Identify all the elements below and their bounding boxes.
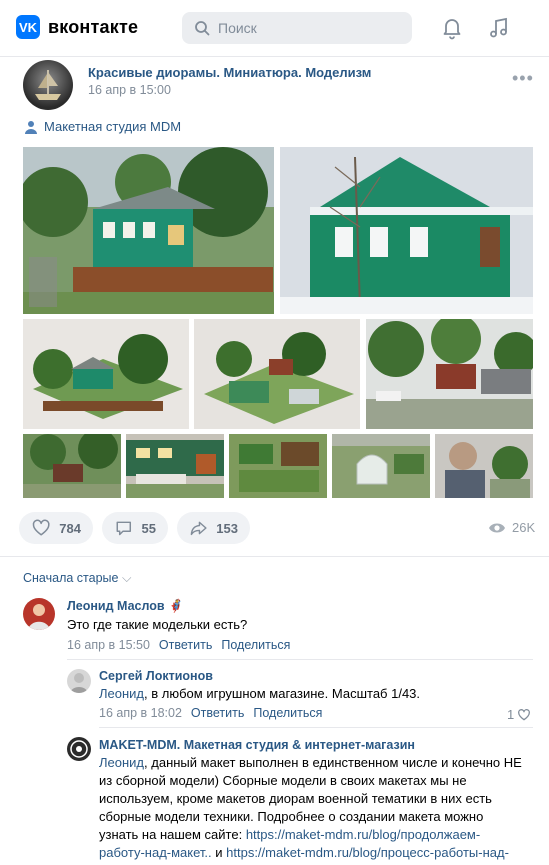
comment-line: из сборной модели) Сборные модели в свои…: [99, 773, 467, 788]
comment-line: узнать на нашем сайте: https://maket-mdm…: [99, 826, 539, 844]
like-count: 784: [59, 520, 81, 536]
comment-text: Это где такие модельки есть?: [67, 617, 248, 632]
photo-7[interactable]: [126, 434, 224, 498]
share-comment-button[interactable]: Поделиться: [221, 638, 290, 652]
divider: [0, 556, 549, 557]
comment-meta: 16 апр в 18:02 Ответить Поделиться: [99, 706, 322, 720]
photo-8[interactable]: [229, 434, 327, 498]
music-icon[interactable]: [487, 16, 511, 40]
comment-meta: 16 апр в 15:50 Ответить Поделиться: [67, 638, 290, 652]
post-card: Красивые диорамы. Миниатюра. Моделизм 16…: [0, 56, 549, 865]
comment-line: работу-над-макет.. и https://maket-mdm.r…: [99, 844, 539, 862]
reply-button[interactable]: Ответить: [159, 638, 212, 652]
comment-like-button[interactable]: 1: [507, 707, 531, 722]
comment-author-name: Леонид Маслов: [67, 599, 165, 613]
comment-author[interactable]: MAKET-MDM. Макетная студия & интернет-ма…: [99, 738, 415, 752]
comment-author[interactable]: Леонид Маслов 🦸: [67, 599, 184, 614]
external-link[interactable]: работу-над-макет..: [99, 845, 212, 860]
share-comment-button[interactable]: Поделиться: [253, 706, 322, 720]
external-link[interactable]: https://maket-mdm.ru/blog/продолжаем-: [246, 827, 480, 842]
group-name-link[interactable]: Красивые диорамы. Миниатюра. Моделизм: [88, 65, 371, 80]
comment-count: 55: [141, 520, 156, 536]
external-link[interactable]: https://maket-mdm.ru/blog/процесс-работы…: [226, 845, 509, 860]
photo-9[interactable]: [332, 434, 430, 498]
photo-5[interactable]: [366, 319, 533, 429]
vk-logo[interactable]: VK вконтакте: [16, 15, 138, 39]
avatar[interactable]: [67, 737, 91, 761]
share-button[interactable]: 153: [177, 512, 250, 544]
photo-3[interactable]: [23, 319, 189, 429]
mention-link[interactable]: Леонид: [99, 755, 144, 770]
comment-like-count: 1: [507, 707, 515, 722]
photo-1[interactable]: [23, 147, 274, 314]
post-author-name: Макетная студия MDM: [44, 119, 182, 134]
vk-logo-icon: VK: [16, 15, 40, 39]
comment-date[interactable]: 16 апр в 15:50: [67, 638, 150, 652]
share-icon: [190, 521, 207, 536]
photo-6[interactable]: [23, 434, 121, 498]
comment-line-text: , данный макет выполнен в единственном ч…: [144, 755, 522, 770]
chevron-down-icon: ⌵: [121, 571, 132, 585]
avatar[interactable]: [67, 669, 91, 693]
photo-4[interactable]: [194, 319, 360, 429]
heart-icon: [32, 519, 50, 536]
comment-line: используем, кроме макетов диорам военной…: [99, 791, 492, 806]
comment-line: сборные модели техники. Подробнее о созд…: [99, 809, 484, 824]
comment-line-text: узнать на нашем сайте:: [99, 827, 246, 842]
search-icon: [195, 21, 210, 36]
divider: [67, 659, 533, 660]
comment-icon: [116, 521, 132, 536]
superhero-emoji-icon: 🦸: [168, 599, 184, 613]
top-bar: VK вконтакте: [0, 0, 549, 56]
search-box[interactable]: [182, 12, 412, 44]
reply-button[interactable]: Ответить: [191, 706, 244, 720]
user-icon: [25, 120, 37, 134]
comment-line-text: и: [211, 845, 227, 860]
comment-author[interactable]: Сергей Локтионов: [99, 669, 213, 683]
search-input[interactable]: [218, 20, 398, 36]
comment-body: , в любом игрушном магазине. Масштаб 1/4…: [144, 686, 421, 701]
bell-icon[interactable]: [440, 16, 464, 40]
comment-text: Леонид, в любом игрушном магазине. Масшт…: [99, 685, 420, 703]
post-author[interactable]: Макетная студия MDM: [24, 119, 181, 134]
views-counter: 26K: [488, 520, 535, 535]
mention-link[interactable]: Леонид: [99, 686, 144, 701]
post-date[interactable]: 16 апр в 15:00: [88, 83, 171, 97]
group-avatar[interactable]: [23, 60, 73, 110]
share-count: 153: [216, 520, 238, 536]
comment-date[interactable]: 16 апр в 18:02: [99, 706, 182, 720]
comment-text: Леонид, данный макет выполнен в единстве…: [99, 754, 539, 862]
heart-icon: [518, 708, 531, 720]
comments-sort-dropdown[interactable]: Сначала старые ⌵: [23, 571, 131, 586]
logo-text: вконтакте: [48, 16, 139, 37]
avatar[interactable]: [23, 598, 55, 630]
more-icon[interactable]: •••: [512, 69, 534, 87]
views-count: 26K: [512, 520, 536, 535]
comment-line: Леонид, данный макет выполнен в единстве…: [99, 754, 539, 772]
eye-icon: [489, 523, 505, 532]
photo-10[interactable]: [435, 434, 533, 498]
photo-2[interactable]: [280, 147, 533, 314]
divider: [99, 727, 533, 728]
sort-label: Сначала старые: [23, 571, 119, 585]
ship-icon: [35, 70, 61, 100]
comment-button[interactable]: 55: [102, 512, 168, 544]
like-button[interactable]: 784: [19, 512, 93, 544]
